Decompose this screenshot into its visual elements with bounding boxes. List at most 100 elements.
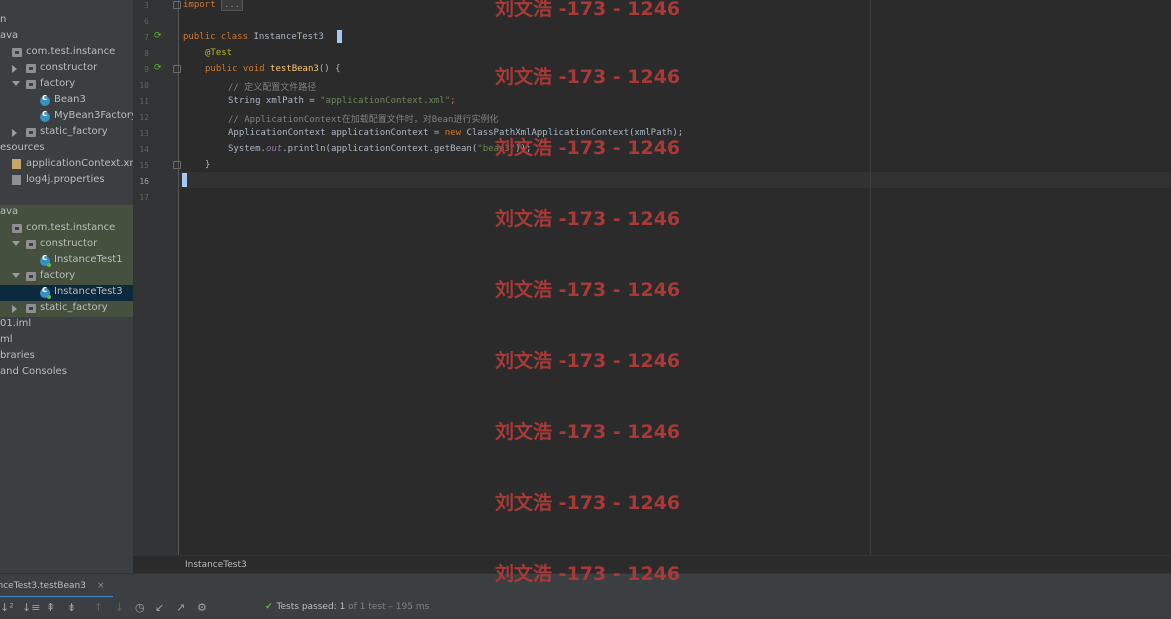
expand-all-icon[interactable]: ⇞ [46, 601, 55, 615]
tree-node-label: static_factory [40, 126, 108, 137]
package-icon [26, 272, 36, 281]
chevron-down-icon[interactable] [12, 81, 20, 86]
line-number: 15 [139, 161, 149, 170]
line-number: 12 [139, 113, 149, 122]
xmlpath-declaration: String xmlPath = [228, 96, 321, 106]
close-tab-icon[interactable]: × [97, 581, 105, 591]
tree-node[interactable]: com.test.instance [0, 221, 133, 237]
tree-node[interactable]: 01.iml [0, 317, 133, 333]
new-keyword: new [444, 128, 467, 138]
tree-node[interactable]: constructor [0, 237, 133, 253]
semicolon: ; [450, 96, 456, 106]
breadcrumb-class[interactable]: InstanceTest3 [185, 560, 247, 570]
line-number: 14 [139, 145, 149, 154]
tree-node[interactable]: factory [0, 269, 133, 285]
chevron-right-icon[interactable] [12, 129, 17, 137]
code-line-7: public class InstanceTest3 [183, 32, 324, 42]
code-line-11: String xmlPath = "applicationContext.xml… [228, 96, 456, 106]
test-status: ✔ Tests passed: 1 of 1 test – 195 ms [265, 602, 429, 612]
xml-file-icon [12, 159, 21, 169]
tree-node-label: 01.iml [0, 318, 32, 329]
previous-failed-icon[interactable]: ↑ [94, 601, 103, 615]
tree-node[interactable]: and Consoles [0, 365, 133, 381]
tree-node-label: factory [40, 270, 76, 281]
settings-gear-icon[interactable]: ⚙ [197, 601, 207, 615]
watermark-text: 刘文浩 -173 - 1246 [495, 492, 681, 514]
collapsed-imports[interactable]: ... [220, 0, 244, 11]
class-keywords: public class [183, 32, 254, 42]
import-tests-icon[interactable]: ↙ [155, 601, 164, 615]
package-icon [26, 240, 36, 249]
class-icon [40, 109, 50, 122]
test-class-icon [40, 253, 51, 267]
watermark-text: 刘文浩 -173 - 1246 [495, 563, 681, 585]
tree-node-label: applicationContext.xml [26, 158, 133, 169]
code-line-9: public void testBean3() { [205, 64, 341, 74]
system-class: System. [228, 144, 266, 154]
import-keyword: import [183, 0, 216, 10]
sort-duration-icon[interactable]: ↓≡ [22, 601, 40, 615]
tree-node[interactable]: factory [0, 77, 133, 93]
chevron-right-icon[interactable] [12, 305, 17, 313]
tree-node[interactable]: ava [0, 29, 133, 45]
watermark-text: 刘文浩 -173 - 1246 [495, 421, 681, 443]
tree-node[interactable]: applicationContext.xml [0, 157, 133, 173]
tree-node-label: factory [40, 78, 76, 89]
code-line-15: } [205, 160, 210, 170]
tree-node[interactable]: static_factory [0, 125, 133, 141]
context-declaration: ApplicationContext applicationContext = [228, 128, 445, 138]
run-tab-label: anceTest3.testBean3 [0, 581, 86, 591]
tree-node[interactable]: braries [0, 349, 133, 365]
chevron-down-icon[interactable] [12, 241, 20, 246]
package-icon [12, 224, 22, 233]
package-icon [26, 128, 36, 137]
text-caret-line16 [182, 173, 187, 187]
tree-node-label: static_factory [40, 302, 108, 313]
sort-alpha-icon[interactable]: ↓² [0, 601, 14, 615]
collapse-all-icon[interactable]: ⇟ [67, 601, 76, 615]
text-caret-line7 [337, 30, 342, 43]
comment-instantiation: // ApplicationContext在加载配置文件时，对Bean进行实例化 [228, 115, 499, 125]
package-icon [26, 304, 36, 313]
tree-node[interactable]: com.test.instance [0, 45, 133, 61]
tree-node[interactable]: log4j.properties [0, 173, 133, 189]
tree-node-label: com.test.instance [26, 46, 116, 57]
tree-node-label: constructor [40, 62, 98, 73]
tree-node[interactable]: esources [0, 141, 133, 157]
run-class-icon[interactable]: ⟳ [154, 31, 164, 41]
status-detail: of 1 test – 195 ms [345, 602, 430, 612]
tree-node[interactable]: Bean3 [0, 93, 133, 109]
next-failed-icon[interactable]: ↓ [115, 601, 124, 615]
tree-node-label: Bean3 [54, 94, 86, 105]
chevron-right-icon[interactable] [12, 65, 17, 73]
tree-node-label: esources [0, 142, 45, 153]
comment-config-path: // 定义配置文件路径 [228, 83, 317, 93]
tree-node[interactable]: ava [0, 205, 133, 221]
history-icon[interactable]: ◷ [135, 601, 145, 615]
test-annotation: @Test [205, 48, 233, 58]
tree-node-label: MyBean3Factory [54, 110, 133, 121]
method-signature-rest: () { [318, 64, 341, 74]
line-number: 6 [144, 17, 149, 26]
export-tests-icon[interactable]: ↗ [176, 601, 185, 615]
tree-node[interactable]: static_factory [0, 301, 133, 317]
tree-node-label: braries [0, 350, 35, 361]
tree-node[interactable]: constructor [0, 61, 133, 77]
chevron-down-icon[interactable] [12, 273, 20, 278]
line-number: 13 [139, 129, 149, 138]
run-tab[interactable]: anceTest3.testBean3 × [0, 574, 113, 599]
project-tree-panel: n ava com.test.instance constructor factory B… [0, 0, 133, 573]
tree-node[interactable]: MyBean3Factory [0, 109, 133, 125]
tree-node[interactable]: n [0, 13, 133, 29]
line-number: 17 [139, 193, 149, 202]
line-number: 8 [144, 49, 149, 58]
tree-node[interactable]: ml [0, 333, 133, 349]
properties-file-icon [12, 175, 21, 185]
tree-node[interactable]: InstanceTest1 [0, 253, 133, 269]
watermark-text: 刘文浩 -173 - 1246 [495, 137, 681, 159]
tree-node[interactable]: InstanceTest3 [0, 285, 133, 301]
test-runner-toolbar: ↓² ↓≡ ⇞ ⇟ ↑ ↓ ◷ ↙ ↗ ⚙ ✔ Tests passed: 1 o… [0, 597, 1171, 619]
watermark-text: 刘文浩 -173 - 1246 [495, 66, 681, 88]
run-method-icon[interactable]: ⟳ [154, 63, 164, 73]
tree-node-label: InstanceTest1 [54, 254, 123, 265]
